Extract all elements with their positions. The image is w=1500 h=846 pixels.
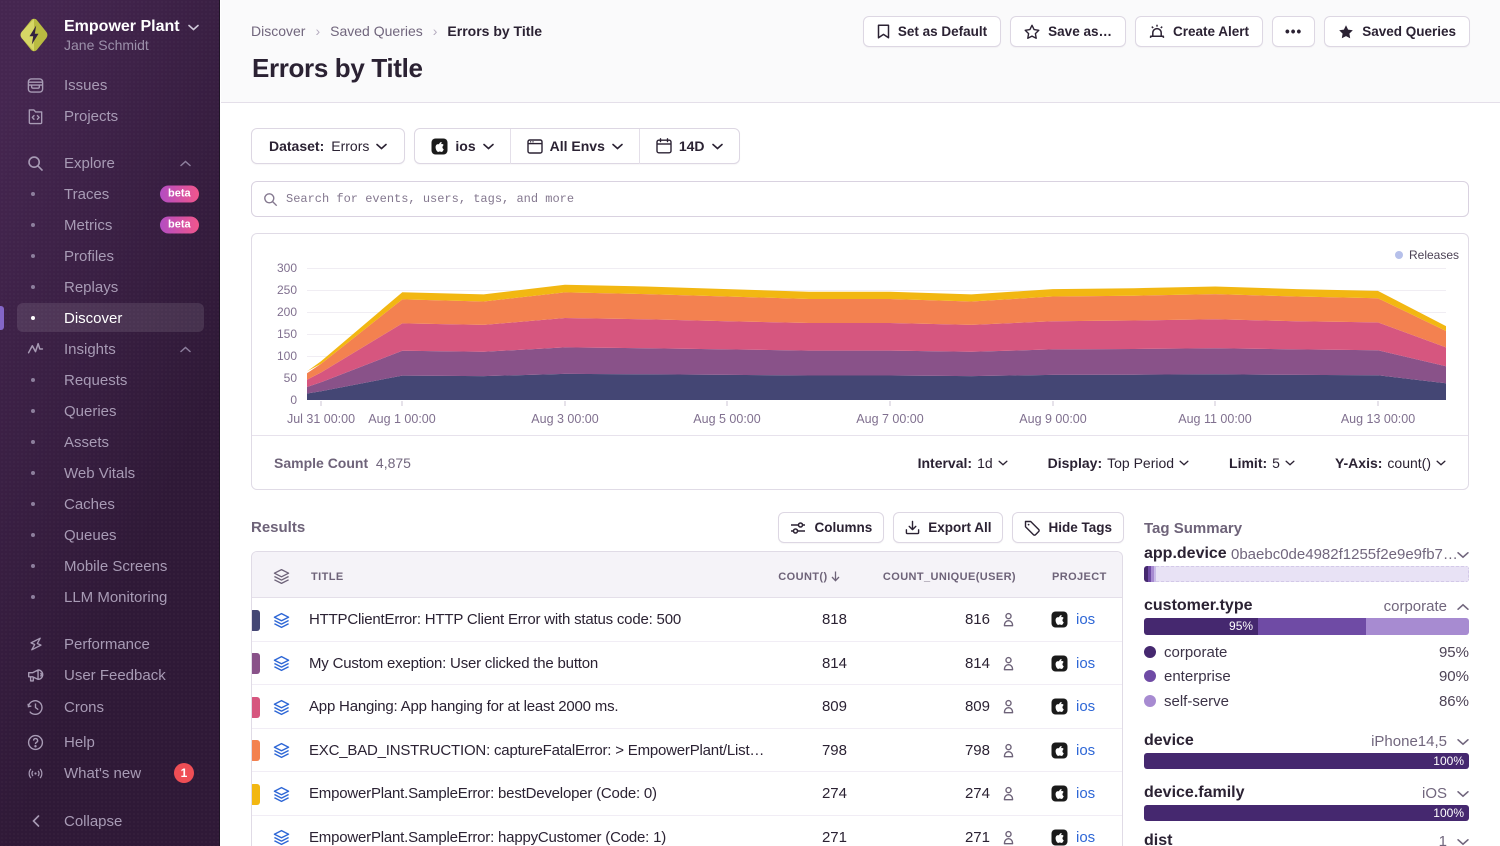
svg-text:250: 250 — [277, 283, 297, 297]
svg-text:200: 200 — [277, 305, 297, 319]
svg-text:150: 150 — [277, 327, 297, 341]
svg-text:Aug 5 00:00: Aug 5 00:00 — [693, 412, 760, 426]
svg-text:0: 0 — [290, 393, 297, 407]
svg-text:Aug 1 00:00: Aug 1 00:00 — [368, 412, 435, 426]
svg-text:Releases: Releases — [1409, 248, 1459, 262]
svg-text:50: 50 — [284, 371, 298, 385]
svg-text:100: 100 — [277, 349, 297, 363]
svg-text:Aug 3 00:00: Aug 3 00:00 — [531, 412, 598, 426]
svg-text:Aug 11 00:00: Aug 11 00:00 — [1178, 412, 1251, 426]
svg-text:300: 300 — [277, 261, 297, 275]
svg-text:Aug 13 00:00: Aug 13 00:00 — [1341, 412, 1415, 426]
svg-text:Aug 7 00:00: Aug 7 00:00 — [856, 412, 923, 426]
svg-text:Jul 31 00:00: Jul 31 00:00 — [287, 412, 355, 426]
svg-text:Aug 9 00:00: Aug 9 00:00 — [1019, 412, 1086, 426]
